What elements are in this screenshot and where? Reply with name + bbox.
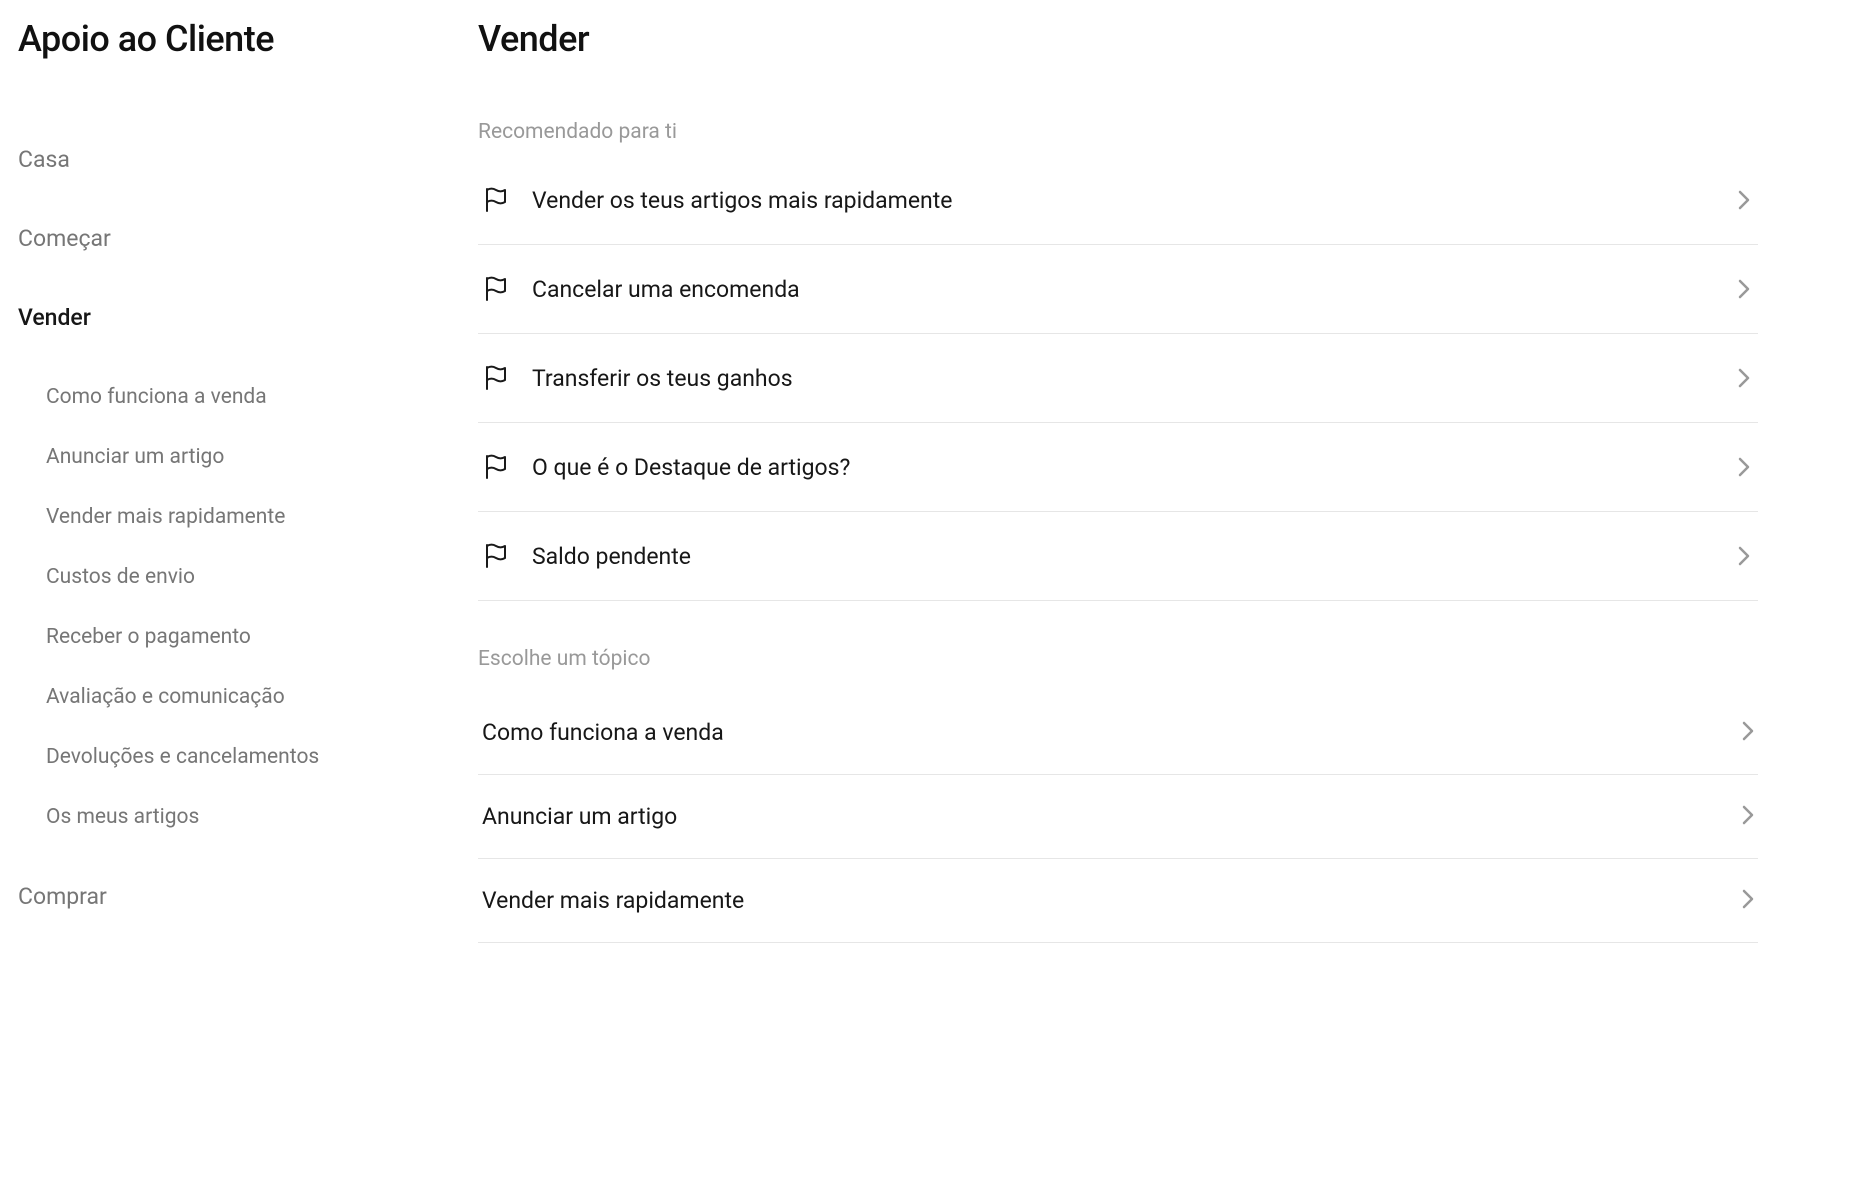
main-content: Vender Recomendado para ti Vender os teu… (478, 18, 1838, 943)
chevron-right-icon (1734, 546, 1754, 566)
sub-nav-item-devolucoes[interactable]: Devoluções e cancelamentos (46, 727, 418, 787)
flag-icon (482, 275, 510, 303)
chevron-right-icon (1734, 190, 1754, 210)
sidebar-nav: Casa Começar Vender Como funciona a vend… (18, 120, 418, 936)
flag-icon (482, 186, 510, 214)
nav-item-comprar[interactable]: Comprar (18, 857, 418, 936)
item-label: Vender os teus artigos mais rapidamente (532, 187, 1712, 214)
recommended-label: Recomendado para ti (478, 120, 1758, 144)
topics-label: Escolhe um tópico (478, 647, 1758, 671)
topics-section: Escolhe um tópico Como funciona a venda … (478, 647, 1758, 943)
sidebar: Apoio ao Cliente Casa Começar Vender Com… (18, 18, 418, 943)
chevron-right-icon (1742, 805, 1754, 829)
chevron-right-icon (1734, 457, 1754, 477)
topic-item-anunciar[interactable]: Anunciar um artigo (478, 775, 1758, 859)
item-label: Transferir os teus ganhos (532, 365, 1712, 392)
item-label: O que é o Destaque de artigos? (532, 454, 1712, 481)
recommended-item-saldo-pendente[interactable]: Saldo pendente (478, 512, 1758, 601)
sub-nav-item-receber-pagamento[interactable]: Receber o pagamento (46, 607, 418, 667)
sub-nav-item-anunciar[interactable]: Anunciar um artigo (46, 427, 418, 487)
topic-item-vender-rapidamente[interactable]: Vender mais rapidamente (478, 859, 1758, 943)
flag-icon (482, 542, 510, 570)
sub-nav-item-meus-artigos[interactable]: Os meus artigos (46, 787, 418, 847)
recommended-item-transferir-ganhos[interactable]: Transferir os teus ganhos (478, 334, 1758, 423)
chevron-right-icon (1742, 721, 1754, 745)
sub-nav-item-avaliacao[interactable]: Avaliação e comunicação (46, 667, 418, 727)
recommended-item-vender-rapidamente[interactable]: Vender os teus artigos mais rapidamente (478, 164, 1758, 245)
recommended-item-cancelar-encomenda[interactable]: Cancelar uma encomenda (478, 245, 1758, 334)
item-label: Saldo pendente (532, 543, 1712, 570)
sub-nav: Como funciona a venda Anunciar um artigo… (18, 357, 418, 857)
recommended-list: Vender os teus artigos mais rapidamente … (478, 164, 1758, 601)
item-label: Cancelar uma encomenda (532, 276, 1712, 303)
chevron-right-icon (1734, 368, 1754, 388)
flag-icon (482, 364, 510, 392)
nav-item-vender[interactable]: Vender (18, 278, 418, 357)
sub-nav-item-como-funciona[interactable]: Como funciona a venda (46, 367, 418, 427)
flag-icon (482, 453, 510, 481)
chevron-right-icon (1742, 889, 1754, 913)
page-title: Vender (478, 18, 1758, 60)
sub-nav-item-custos-envio[interactable]: Custos de envio (46, 547, 418, 607)
sub-nav-item-vender-rapidamente[interactable]: Vender mais rapidamente (46, 487, 418, 547)
sidebar-title: Apoio ao Cliente (18, 18, 418, 60)
nav-item-casa[interactable]: Casa (18, 120, 418, 199)
item-label: Como funciona a venda (482, 719, 1720, 746)
recommended-item-destaque-artigos[interactable]: O que é o Destaque de artigos? (478, 423, 1758, 512)
item-label: Anunciar um artigo (482, 803, 1720, 830)
nav-item-comecar[interactable]: Começar (18, 199, 418, 278)
topic-item-como-funciona[interactable]: Como funciona a venda (478, 691, 1758, 775)
chevron-right-icon (1734, 279, 1754, 299)
item-label: Vender mais rapidamente (482, 887, 1720, 914)
